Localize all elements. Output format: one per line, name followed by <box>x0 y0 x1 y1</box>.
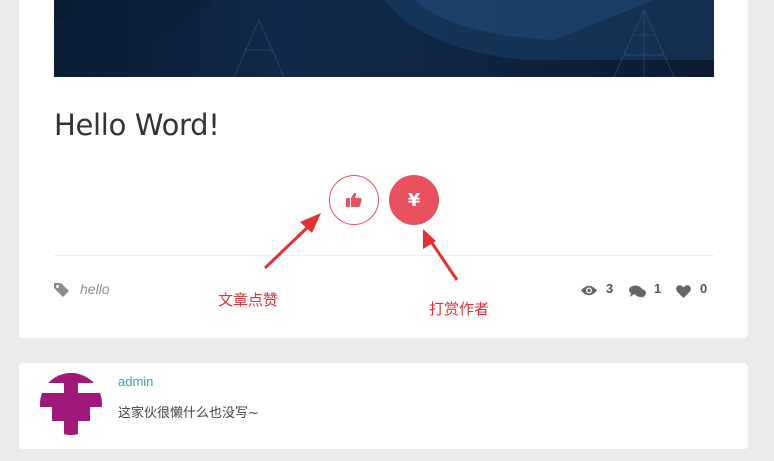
reward-annotation-label: 打赏作者 <box>429 300 490 318</box>
annotation-arrows <box>263 213 459 281</box>
like-annotation-arrow <box>263 213 321 270</box>
author-name-link[interactable]: admin <box>118 374 153 389</box>
reward-annotation-arrow <box>423 229 459 281</box>
author-bio: 这家伙很懒什么也没写~ <box>118 406 259 421</box>
avatar[interactable] <box>40 373 102 435</box>
author-card: admin 这家伙很懒什么也没写~ <box>19 363 748 449</box>
like-annotation-label: 文章点赞 <box>218 291 279 309</box>
